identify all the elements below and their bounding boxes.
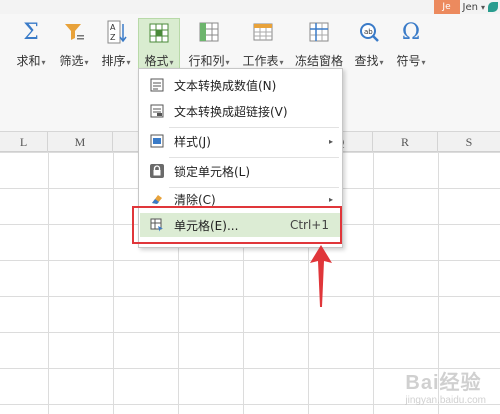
avatar[interactable]: Je	[433, 0, 460, 14]
svg-text:Z: Z	[110, 33, 116, 42]
format-label: 格式	[144, 54, 169, 68]
annotation-arrow	[308, 243, 334, 312]
sort-az-icon: AZ	[105, 18, 127, 46]
text-to-link-icon	[150, 104, 164, 118]
menu-item-style[interactable]: 样式(J) ▸	[140, 129, 341, 153]
column-header-s[interactable]: S	[438, 132, 500, 152]
menu-item-text-to-hyperlink[interactable]: 文本转换成超链接(V)	[140, 99, 341, 123]
menu-item-lock-cell[interactable]: 锁定单元格(L)	[140, 159, 341, 183]
column-header-m[interactable]: M	[48, 132, 113, 152]
eraser-icon	[150, 192, 164, 206]
find-button[interactable]: ab 查找▾	[350, 18, 388, 76]
omega-icon: Ω	[401, 19, 421, 45]
sum-label: 求和	[16, 54, 41, 68]
filter-label: 筛选	[59, 54, 84, 68]
watermark-subtext: jingyan.baidu.com	[405, 395, 486, 406]
submenu-arrow-icon: ▸	[328, 136, 333, 146]
title-strip: Je Jen ▾	[0, 0, 500, 14]
menu-item-label: 文本转换成数值(N)	[174, 78, 277, 93]
freeze-panes-icon	[308, 18, 330, 46]
menu-item-text-to-number[interactable]: 文本转换成数值(N)	[140, 73, 341, 97]
app-leaf-icon[interactable]	[488, 2, 498, 12]
rows-columns-label: 行和列	[188, 54, 225, 68]
freeze-panes-label: 冻结窗格	[294, 54, 343, 68]
rows-columns-icon	[198, 18, 220, 46]
sort-button[interactable]: AZ 排序▾	[96, 18, 136, 76]
filter-icon	[63, 18, 85, 46]
column-header-r[interactable]: R	[373, 132, 438, 152]
chevron-down-icon[interactable]: ▾	[481, 3, 485, 12]
format-grid-icon	[148, 19, 170, 46]
menu-item-label: 文本转换成超链接(V)	[174, 104, 288, 119]
lock-icon	[150, 164, 164, 178]
text-to-number-icon	[150, 78, 164, 92]
watermark-text: Bai经验	[405, 372, 482, 394]
filter-button[interactable]: 筛选▾	[54, 18, 94, 76]
menu-separator	[169, 157, 339, 158]
menu-separator	[169, 127, 339, 128]
find-label: 查找	[354, 54, 379, 68]
sum-button[interactable]: Σ 求和▾	[12, 18, 50, 76]
sigma-icon: Σ	[23, 19, 39, 45]
sort-label: 排序	[101, 54, 126, 68]
symbol-button[interactable]: Ω 符号▾	[392, 18, 430, 76]
style-icon	[150, 134, 164, 148]
symbol-label: 符号	[396, 54, 421, 68]
user-account[interactable]: Je Jen ▾	[433, 0, 500, 14]
column-header-l[interactable]: L	[0, 132, 48, 152]
menu-item-label: 锁定单元格(L)	[174, 164, 251, 179]
format-button[interactable]: 格式▾	[138, 18, 180, 70]
svg-text:ab: ab	[364, 28, 373, 36]
menu-item-label: 清除(C)	[174, 192, 216, 207]
watermark: Bai经验 jingyan.baidu.com	[405, 366, 486, 406]
user-name: Jen	[462, 1, 478, 13]
submenu-arrow-icon: ▸	[328, 194, 333, 204]
worksheet-label: 工作表	[242, 54, 279, 68]
annotation-highlight-box	[132, 206, 342, 244]
menu-item-label: 样式(J)	[174, 134, 211, 149]
find-icon: ab	[358, 18, 380, 46]
worksheet-icon	[252, 18, 274, 46]
svg-text:A: A	[110, 23, 116, 32]
